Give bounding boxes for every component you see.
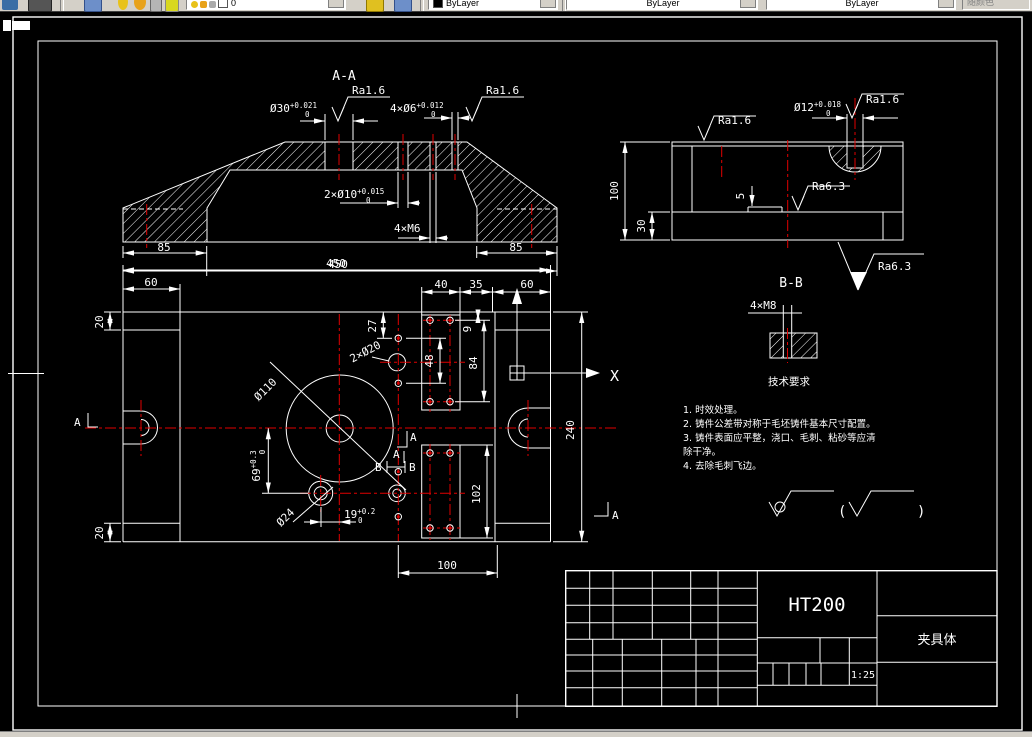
section-marks: A A A B B A: [74, 413, 619, 522]
color-value: ByLayer: [446, 0, 480, 8]
dim-d6: 4×Ø6+0.012 0: [390, 101, 444, 119]
svg-text:A: A: [74, 416, 81, 429]
section-aa-view: Ø30+0.021 0 4×Ø6+0.012 0 2×Ø10+0.015 0 4×M6…: [122, 69, 558, 276]
note-line: 1. 时效处理。: [683, 404, 743, 416]
dim-85-left: 85: [157, 241, 170, 254]
dim-4xm8: 4×M8: [750, 299, 777, 312]
title-block: HT200 夹具体 1:25: [565, 570, 998, 708]
note-line: 除干净。: [683, 446, 721, 458]
dim-30: 30: [635, 219, 648, 232]
color-control[interactable]: ByLayer ▼: [428, 0, 558, 10]
svg-text:A: A: [393, 448, 400, 461]
linetype-value: ByLayer: [646, 0, 680, 8]
lock-icon: [209, 1, 216, 8]
dim-20-bottom: 20: [93, 526, 106, 539]
thread-detail-view: 4×M8: [748, 299, 818, 363]
svg-text:A: A: [410, 431, 417, 444]
note-line: 3. 铸件表面应平整，浇口、毛刺、粘砂等应清: [683, 432, 876, 444]
technical-notes: 技术要求 1. 时效处理。 2. 铸件公差带对称于毛坯铸件基本尺寸配置。 3. …: [683, 375, 925, 520]
layer-color-swatch: [218, 0, 228, 8]
svg-text:B: B: [409, 461, 416, 474]
material-label: HT200: [788, 594, 845, 616]
ra-symbol-label: Ra6.3: [878, 260, 911, 273]
plan-view: Ø110 2×Ø20 Ø24 450 60 40 35 60 20 20 27 …: [74, 257, 619, 578]
section-bb-title: B-B: [779, 276, 803, 291]
dim-100: 100: [437, 559, 457, 572]
dim-d10: 2×Ø10+0.015 0: [324, 187, 384, 205]
sun-icon: [200, 1, 207, 8]
plot-style-value: 随颜色: [967, 0, 995, 7]
section-aa-title: A-A: [332, 69, 356, 84]
chevron-down-icon[interactable]: ▼: [328, 0, 344, 8]
cad-application-window: 0 ▼ ByLayer ▼ ByLayer ▼ ByLayer ▼ 随颜色: [0, 0, 1032, 737]
bulb-icon: [191, 1, 198, 8]
roughness-legend: ( ): [768, 490, 925, 520]
axis-indicator: X: [509, 288, 619, 385]
dim-d12: Ø12+0.018 0: [794, 100, 841, 118]
dim-d30: Ø30+0.021 0: [270, 101, 317, 119]
dim-5: 5: [734, 193, 747, 200]
note-line: 4. 去除毛刺飞边。: [683, 460, 762, 472]
dim-2xd20: 2×Ø20: [348, 338, 383, 365]
ra-symbol-label: Ra1.6: [866, 93, 899, 106]
chevron-down-icon[interactable]: ▼: [740, 0, 756, 8]
dim-35: 35: [469, 278, 482, 291]
toolbar-icon[interactable]: [2, 0, 18, 10]
dim-60-left: 60: [144, 276, 157, 289]
dim-69: 69+0.30: [249, 449, 267, 481]
plot-style-control[interactable]: 随颜色: [962, 0, 1030, 10]
dim-m6: 4×M6: [394, 222, 421, 235]
hole-pattern: [394, 316, 454, 532]
dim-84: 84: [467, 356, 480, 370]
dim-102: 102: [470, 484, 483, 504]
svg-text:(: (: [838, 504, 846, 520]
ra-symbol-label: Ra6.3: [812, 180, 845, 193]
crosshair-cursor: [3, 20, 30, 31]
dim-40: 40: [434, 278, 447, 291]
dim-85-right: 85: [509, 241, 522, 254]
scale-label: 1:25: [851, 670, 875, 681]
dim-27: 27: [366, 319, 379, 332]
svg-text:): ): [917, 504, 925, 520]
bulb-icon[interactable]: [118, 0, 128, 10]
lineweight-control[interactable]: ByLayer ▼: [766, 0, 956, 10]
layer-control[interactable]: 0 ▼: [186, 0, 346, 10]
dim-20-top: 20: [93, 315, 106, 328]
section-bb-view: Ø12+0.018 0 100 30 5 Ra1.6 Ra1.6 Ra6.3 Ra…: [608, 93, 924, 291]
dim-d24: Ø24: [274, 506, 298, 530]
chevron-down-icon[interactable]: ▼: [540, 0, 556, 8]
dim-60-right: 60: [520, 278, 533, 291]
dim-450: 450: [326, 257, 346, 270]
sun-icon[interactable]: [134, 0, 146, 10]
status-strip: [0, 731, 1032, 737]
notes-title: 技术要求: [768, 375, 810, 388]
ra-symbol-label: Ra1.6: [718, 114, 751, 127]
dim-48: 48: [423, 354, 436, 367]
layer-value: 0: [231, 0, 237, 8]
ra-symbol-label: Ra1.6: [352, 84, 385, 97]
linetype-control[interactable]: ByLayer ▼: [566, 0, 758, 10]
dim-d110: Ø110: [252, 376, 280, 404]
part-name-label: 夹具体: [917, 633, 956, 648]
dim-240: 240: [564, 420, 577, 440]
color-swatch: [433, 0, 443, 8]
svg-text:A: A: [612, 509, 619, 522]
note-line: 2. 铸件公差带对称于毛坯铸件基本尺寸配置。: [683, 418, 876, 430]
svg-text:B: B: [375, 461, 382, 474]
dim-100: 100: [608, 181, 621, 201]
ra-symbol-label: Ra1.6: [486, 84, 519, 97]
chevron-down-icon[interactable]: ▼: [938, 0, 954, 8]
lineweight-value: ByLayer: [845, 0, 879, 8]
drawing-canvas[interactable]: Ø30+0.021 0 4×Ø6+0.012 0 2×Ø10+0.015 0 4×M6…: [0, 11, 1032, 731]
dim-9: 9: [461, 326, 474, 333]
axis-x-label: X: [610, 367, 619, 385]
